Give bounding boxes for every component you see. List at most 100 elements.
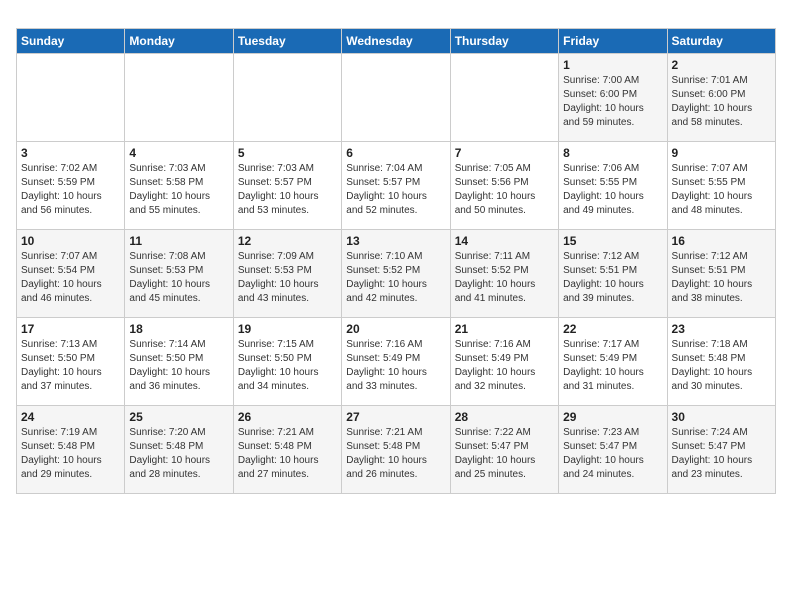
day-info: Sunrise: 7:08 AM Sunset: 5:53 PM Dayligh… — [129, 250, 228, 306]
calendar-cell: 22 Sunrise: 7:17 AM Sunset: 5:49 PM Dayli… — [559, 318, 667, 406]
day-info: Sunrise: 7:11 AM Sunset: 5:52 PM Dayligh… — [455, 250, 554, 306]
calendar-cell: 23 Sunrise: 7:18 AM Sunset: 5:48 PM Dayli… — [667, 318, 775, 406]
day-number: 6 — [346, 146, 445, 160]
calendar-cell: 15Sunrise: 7:12 AM Sunset: 5:51 PM Dayli… — [559, 230, 667, 318]
calendar-week-2: 3Sunrise: 7:02 AM Sunset: 5:59 PM Daylig… — [17, 142, 776, 230]
day-info: Sunrise: 7:21 AM Sunset: 5:48 PM Dayligh… — [238, 426, 337, 482]
day-number: 18 — [129, 322, 228, 336]
calendar-cell: 1 Sunrise: 7:00 AM Sunset: 6:00 PM Daylig… — [559, 54, 667, 142]
calendar-cell: 4 Sunrise: 7:03 AM Sunset: 5:58 PM Daylig… — [125, 142, 233, 230]
day-number: 9 — [672, 146, 771, 160]
calendar-cell — [125, 54, 233, 142]
calendar-cell: 9 Sunrise: 7:07 AM Sunset: 5:55 PM Daylig… — [667, 142, 775, 230]
day-info: Sunrise: 7:19 AM Sunset: 5:48 PM Dayligh… — [21, 426, 120, 482]
calendar-cell: 16 Sunrise: 7:12 AM Sunset: 5:51 PM Dayli… — [667, 230, 775, 318]
day-number: 13 — [346, 234, 445, 248]
day-number: 10 — [21, 234, 120, 248]
day-number: 7 — [455, 146, 554, 160]
day-info: Sunrise: 7:22 AM Sunset: 5:47 PM Dayligh… — [455, 426, 554, 482]
day-info: Sunrise: 7:16 AM Sunset: 5:49 PM Dayligh… — [455, 338, 554, 394]
day-number: 26 — [238, 410, 337, 424]
calendar-cell — [342, 54, 450, 142]
weekday-header-monday: Monday — [125, 29, 233, 54]
day-info: Sunrise: 7:17 AM Sunset: 5:49 PM Dayligh… — [563, 338, 662, 394]
day-info: Sunrise: 7:05 AM Sunset: 5:56 PM Dayligh… — [455, 162, 554, 218]
day-number: 29 — [563, 410, 662, 424]
day-number: 24 — [21, 410, 120, 424]
day-info: Sunrise: 7:20 AM Sunset: 5:48 PM Dayligh… — [129, 426, 228, 482]
day-info: Sunrise: 7:24 AM Sunset: 5:47 PM Dayligh… — [672, 426, 771, 482]
weekday-header-sunday: Sunday — [17, 29, 125, 54]
day-number: 28 — [455, 410, 554, 424]
calendar-week-4: 17 Sunrise: 7:13 AM Sunset: 5:50 PM Dayli… — [17, 318, 776, 406]
calendar-cell: 3Sunrise: 7:02 AM Sunset: 5:59 PM Daylig… — [17, 142, 125, 230]
day-info: Sunrise: 7:23 AM Sunset: 5:47 PM Dayligh… — [563, 426, 662, 482]
calendar-cell: 13 Sunrise: 7:10 AM Sunset: 5:52 PM Dayli… — [342, 230, 450, 318]
calendar-cell: 19 Sunrise: 7:15 AM Sunset: 5:50 PM Dayli… — [233, 318, 341, 406]
day-info: Sunrise: 7:07 AM Sunset: 5:54 PM Dayligh… — [21, 250, 120, 306]
day-number: 17 — [21, 322, 120, 336]
calendar-cell: 30 Sunrise: 7:24 AM Sunset: 5:47 PM Dayli… — [667, 406, 775, 494]
day-info: Sunrise: 7:12 AM Sunset: 5:51 PM Dayligh… — [563, 250, 662, 306]
day-info: Sunrise: 7:16 AM Sunset: 5:49 PM Dayligh… — [346, 338, 445, 394]
calendar-cell: 28 Sunrise: 7:22 AM Sunset: 5:47 PM Dayli… — [450, 406, 558, 494]
day-number: 16 — [672, 234, 771, 248]
day-info: Sunrise: 7:06 AM Sunset: 5:55 PM Dayligh… — [563, 162, 662, 218]
day-number: 5 — [238, 146, 337, 160]
day-number: 1 — [563, 58, 662, 72]
calendar-header: SundayMondayTuesdayWednesdayThursdayFrid… — [17, 29, 776, 54]
day-info: Sunrise: 7:04 AM Sunset: 5:57 PM Dayligh… — [346, 162, 445, 218]
calendar-cell: 20 Sunrise: 7:16 AM Sunset: 5:49 PM Dayli… — [342, 318, 450, 406]
day-info: Sunrise: 7:03 AM Sunset: 5:57 PM Dayligh… — [238, 162, 337, 218]
calendar-cell: 8 Sunrise: 7:06 AM Sunset: 5:55 PM Daylig… — [559, 142, 667, 230]
day-number: 19 — [238, 322, 337, 336]
weekday-header-friday: Friday — [559, 29, 667, 54]
calendar-cell: 26 Sunrise: 7:21 AM Sunset: 5:48 PM Dayli… — [233, 406, 341, 494]
day-number: 21 — [455, 322, 554, 336]
calendar-cell: 7 Sunrise: 7:05 AM Sunset: 5:56 PM Daylig… — [450, 142, 558, 230]
calendar-week-1: 1 Sunrise: 7:00 AM Sunset: 6:00 PM Daylig… — [17, 54, 776, 142]
calendar-cell — [450, 54, 558, 142]
calendar-cell — [233, 54, 341, 142]
calendar-table: SundayMondayTuesdayWednesdayThursdayFrid… — [16, 28, 776, 494]
calendar-cell: 18Sunrise: 7:14 AM Sunset: 5:50 PM Dayli… — [125, 318, 233, 406]
day-info: Sunrise: 7:18 AM Sunset: 5:48 PM Dayligh… — [672, 338, 771, 394]
day-number: 4 — [129, 146, 228, 160]
calendar-cell: 12 Sunrise: 7:09 AM Sunset: 5:53 PM Dayli… — [233, 230, 341, 318]
calendar-cell: 29 Sunrise: 7:23 AM Sunset: 5:47 PM Dayli… — [559, 406, 667, 494]
day-info: Sunrise: 7:13 AM Sunset: 5:50 PM Dayligh… — [21, 338, 120, 394]
day-info: Sunrise: 7:03 AM Sunset: 5:58 PM Dayligh… — [129, 162, 228, 218]
calendar-week-3: 10 Sunrise: 7:07 AM Sunset: 5:54 PM Dayli… — [17, 230, 776, 318]
day-number: 30 — [672, 410, 771, 424]
weekday-header-wednesday: Wednesday — [342, 29, 450, 54]
calendar-cell: 27Sunrise: 7:21 AM Sunset: 5:48 PM Dayli… — [342, 406, 450, 494]
calendar-cell: 11 Sunrise: 7:08 AM Sunset: 5:53 PM Dayli… — [125, 230, 233, 318]
day-number: 23 — [672, 322, 771, 336]
calendar-cell: 24 Sunrise: 7:19 AM Sunset: 5:48 PM Dayli… — [17, 406, 125, 494]
calendar-cell: 14 Sunrise: 7:11 AM Sunset: 5:52 PM Dayli… — [450, 230, 558, 318]
calendar-cell: 5 Sunrise: 7:03 AM Sunset: 5:57 PM Daylig… — [233, 142, 341, 230]
weekday-header-thursday: Thursday — [450, 29, 558, 54]
day-info: Sunrise: 7:21 AM Sunset: 5:48 PM Dayligh… — [346, 426, 445, 482]
weekday-header-saturday: Saturday — [667, 29, 775, 54]
day-info: Sunrise: 7:15 AM Sunset: 5:50 PM Dayligh… — [238, 338, 337, 394]
day-number: 8 — [563, 146, 662, 160]
day-info: Sunrise: 7:00 AM Sunset: 6:00 PM Dayligh… — [563, 74, 662, 130]
calendar-cell: 10 Sunrise: 7:07 AM Sunset: 5:54 PM Dayli… — [17, 230, 125, 318]
day-number: 20 — [346, 322, 445, 336]
calendar-cell: 17 Sunrise: 7:13 AM Sunset: 5:50 PM Dayli… — [17, 318, 125, 406]
day-number: 11 — [129, 234, 228, 248]
day-info: Sunrise: 7:09 AM Sunset: 5:53 PM Dayligh… — [238, 250, 337, 306]
day-number: 2 — [672, 58, 771, 72]
day-number: 3 — [21, 146, 120, 160]
day-number: 25 — [129, 410, 228, 424]
day-number: 22 — [563, 322, 662, 336]
day-number: 14 — [455, 234, 554, 248]
day-info: Sunrise: 7:12 AM Sunset: 5:51 PM Dayligh… — [672, 250, 771, 306]
calendar-cell — [17, 54, 125, 142]
day-info: Sunrise: 7:10 AM Sunset: 5:52 PM Dayligh… — [346, 250, 445, 306]
day-info: Sunrise: 7:07 AM Sunset: 5:55 PM Dayligh… — [672, 162, 771, 218]
weekday-header-tuesday: Tuesday — [233, 29, 341, 54]
day-info: Sunrise: 7:01 AM Sunset: 6:00 PM Dayligh… — [672, 74, 771, 130]
day-number: 12 — [238, 234, 337, 248]
